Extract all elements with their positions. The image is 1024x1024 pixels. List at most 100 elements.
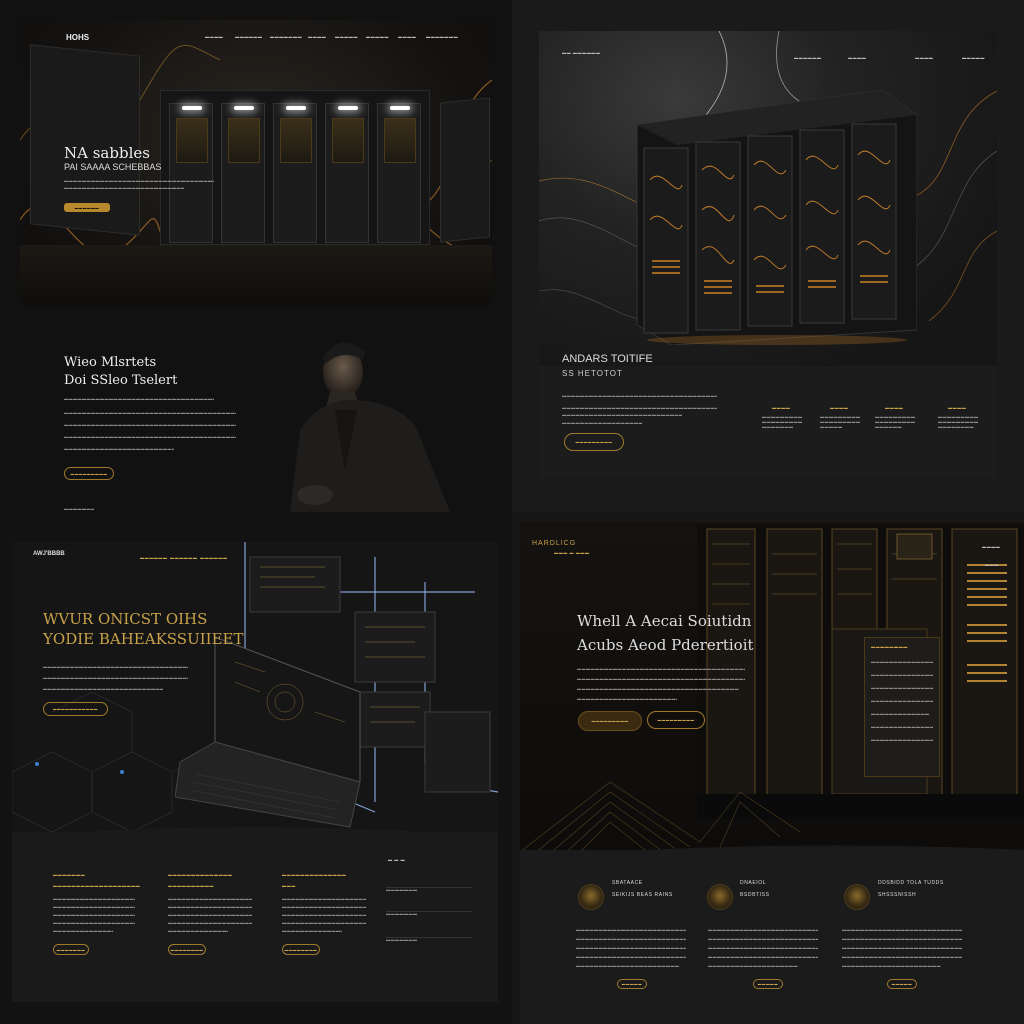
body-text-line: ▬▬▬▬▬▬▬▬▬▬▬▬▬▬▬▬▬▬▬▬▬▬▬▬▬▬▬▬▬▬▬▬▬▬▬▬▬▬▬▬… [562, 405, 717, 410]
feature-text-line: ▬▬▬▬▬▬▬▬▬▬▬▬▬▬▬▬▬▬▬▬▬▬▬▬▬▬▬▬▬▬ [576, 945, 686, 950]
stat-line: ▬▬▬▬▬ [820, 424, 843, 429]
laptop-circuit-illustration [175, 542, 498, 828]
column-text-line: ▬▬▬▬▬▬▬▬▬▬▬▬▬▬▬▬▬▬▬▬▬▬▬▬▬ [282, 920, 366, 925]
panel-line: ▬▬▬▬▬▬▬▬▬▬▬▬▬▬▬▬ [871, 672, 933, 677]
nav-item[interactable]: ▬▬▬▬▬▬ [140, 555, 168, 560]
nav-item[interactable]: ▬▬▬ [985, 562, 999, 567]
feature-title: DNAEIOL [740, 880, 767, 886]
brand-tagline: ▬▬▬ ▬ ▬▬▬ [554, 550, 590, 555]
nav-item[interactable]: ▬▬▬▬▬▬ [170, 555, 198, 560]
feature-text: ▬▬▬▬▬▬▬▬▬▬▬▬▬▬▬▬▬▬▬▬▬▬▬▬ ▬▬▬▬ ▬▬▬▬▬▬▬▬▬▬▬… [708, 927, 818, 968]
nav-item[interactable]: ▬▬▬▬ [205, 34, 223, 39]
column-text-line: ▬▬▬▬▬▬▬▬▬▬▬▬▬▬▬▬▬▬▬▬▬▬▬▬▬ [282, 904, 366, 909]
feature-button[interactable]: ▬▬▬▬▬ [887, 979, 917, 989]
feature-text-line: ▬▬▬▬▬▬▬▬▬▬▬▬▬▬▬▬▬▬▬▬▬▬▬▬▬▬▬▬▬▬ [842, 954, 962, 959]
stat-line: ▬▬▬▬▬▬ [875, 424, 902, 429]
hero-title: YODIE BAHEAKSSUIIEET [43, 630, 244, 648]
column-title: ▬▬▬▬▬▬▬ [53, 872, 86, 877]
hero-cta-button[interactable]: ▬▬▬▬▬▬▬▬▬▬▬ [43, 702, 108, 716]
nav-item[interactable]: ▬▬▬▬ [848, 55, 866, 60]
section-title: ANDARS TOITIFE [562, 353, 653, 365]
feature-avatar [707, 884, 733, 910]
server-cabinet [273, 103, 317, 243]
brand-logo[interactable]: ▬▬ ▬▬▬▬▬▬ [562, 50, 601, 55]
feature-text-line: ▬▬▬▬▬▬▬▬▬▬▬▬▬▬▬▬▬▬▬▬▬▬▬▬▬▬▬▬▬▬ [576, 936, 686, 941]
feature-text-line: ▬▬▬▬▬▬▬▬▬▬▬▬▬▬▬▬▬▬▬▬▬▬▬▬▬▬▬▬▬▬ [842, 936, 962, 941]
stat-line: ▬▬▬▬▬▬▬ [762, 424, 794, 429]
cta-button[interactable]: ▬▬▬▬▬▬▬▬▬ [564, 433, 624, 451]
stat-line: ▬▬▬▬▬▬▬▬ [938, 424, 974, 429]
nav-item[interactable]: ▬▬▬▬▬ [366, 34, 389, 39]
section-title: Doi SSleo Tselert [64, 373, 178, 388]
feature-subtitle: SEIKIJS BEAS RAINS [612, 892, 673, 898]
feature-text-line: ▬▬▬▬▬▬▬▬▬▬▬▬▬▬▬▬▬▬▬▬▬▬▬▬▬▬▬▬ [708, 954, 818, 959]
wave-divider [520, 845, 1024, 868]
section-cta-button[interactable]: ▬▬▬▬▬▬▬▬▬ [64, 467, 114, 480]
body-text-line: ▬▬▬▬▬▬▬▬▬▬▬▬▬▬▬▬▬▬▬▬▬▬▬▬▬▬▬▬▬▬▬▬▬▬▬▬▬▬▬▬… [577, 676, 745, 681]
feature-button[interactable]: ▬▬▬▬▬ [617, 979, 647, 989]
feature-button[interactable]: ▬▬▬▬▬ [753, 979, 783, 989]
server-cabinet [325, 103, 369, 243]
body-text-line: ▬▬▬▬▬▬▬▬▬▬▬▬▬▬▬▬▬▬▬▬▬▬▬▬▬▬▬▬▬▬▬▬▬▬▬▬▬▬▬▬… [64, 422, 236, 427]
hero-cta-button[interactable]: ▬▬▬▬▬▬ [64, 203, 110, 212]
feature-subtitle: BSDBTISS [740, 892, 770, 898]
form-field-label: ▬▬▬▬▬▬▬ [386, 887, 418, 892]
nav-item[interactable]: ▬▬▬▬▬▬ [235, 34, 263, 39]
panel-line: ▬▬▬▬▬▬▬▬▬▬▬▬▬▬▬▬ [871, 698, 933, 703]
content-column: ▬▬▬▬▬▬▬▬▬▬▬▬▬▬ ▬▬▬ ▬▬▬▬▬▬▬▬▬▬▬▬▬▬▬▬▬▬▬ ▬▬… [282, 872, 382, 933]
nav-item[interactable]: ▬▬▬▬ [915, 55, 933, 60]
server-cabinet [377, 103, 421, 243]
hero-title: WVUR ONICST OIHS [43, 610, 208, 628]
nav-item[interactable]: ▬▬▬▬ [398, 34, 416, 39]
feature-avatar [578, 884, 604, 910]
server-cabinet [221, 103, 265, 243]
feature-avatar [844, 884, 870, 910]
form-field[interactable]: ▬▬▬▬▬▬▬ [386, 902, 472, 916]
body-text-line: ▬▬▬▬▬▬▬▬▬▬▬▬▬▬▬▬▬▬▬▬▬▬▬ [562, 420, 642, 425]
feature-title: DDSBIDD TOLA TUDDS [878, 880, 944, 886]
hero-title: NA sabbles [64, 144, 150, 162]
column-text-line: ▬▬▬▬▬▬▬▬▬▬▬▬▬▬▬▬▬▬▬▬▬▬▬▬▬ [168, 896, 252, 901]
panel-line: ▬▬▬▬▬▬▬▬▬▬▬▬▬▬ [871, 737, 933, 742]
secondary-cta-button[interactable]: ▬▬▬▬▬▬▬▬▬ [647, 711, 705, 729]
form-field-label: ▬▬▬▬▬▬▬ [386, 911, 418, 916]
column-text-line: ▬▬▬▬▬▬▬▬▬▬▬▬▬▬▬▬▬▬▬ [282, 928, 342, 933]
column-text-line: ▬▬▬▬▬▬▬▬▬▬▬▬▬▬▬▬▬▬▬▬▬▬▬▬▬ [168, 920, 252, 925]
feature-text-line: ▬▬▬▬▬▬▬▬▬▬▬▬▬▬▬▬▬▬▬▬▬▬▬▬▬▬▬▬▬▬ [576, 927, 686, 932]
panel-line: ▬▬▬▬▬▬▬▬▬▬▬▬▬ [871, 711, 930, 716]
column-button[interactable]: ▬▬▬▬▬▬▬▬ [282, 944, 320, 955]
hero-title: Whell A Aecai Soiutidn [577, 612, 752, 630]
nav-item[interactable]: ▬▬▬▬ [982, 544, 1000, 549]
stat-heading: ▬▬▬▬ [948, 405, 967, 410]
body-text-line: ▬▬▬▬▬▬▬▬▬▬▬▬▬▬▬▬▬▬▬▬▬▬▬▬▬▬▬▬▬▬▬▬▬▬▬▬▬▬▬ [562, 412, 682, 417]
body-text-line: ▬▬▬▬▬▬▬▬▬▬▬▬▬▬▬▬▬▬▬▬▬▬▬▬▬▬▬▬▬▬▬▬▬▬▬▬▬▬▬▬… [43, 675, 188, 680]
brand-logo[interactable]: HOHS [66, 33, 89, 42]
body-text-line: ▬▬▬▬▬▬▬▬▬▬▬▬▬▬▬▬▬▬▬▬▬▬▬▬▬▬▬▬▬▬▬▬▬▬▬▬▬▬▬▬… [64, 396, 214, 401]
form-header: ▬ ▬ ▬ [388, 857, 406, 862]
column-button[interactable]: ▬▬▬▬▬▬▬▬ [168, 944, 206, 955]
stat-heading: ▬▬▬▬ [885, 405, 904, 410]
column-button[interactable]: ▬▬▬▬▬▬▬ [53, 944, 89, 955]
brand-logo[interactable]: HARDLICG [532, 540, 576, 547]
feature-text-line: ▬▬▬▬▬▬▬▬▬▬▬▬▬▬▬▬▬▬▬▬ [708, 963, 798, 968]
body-text-line: ▬▬▬▬▬▬▬▬▬▬▬▬▬▬▬▬▬▬▬▬▬▬▬▬▬▬▬▬▬▬▬▬▬▬▬▬▬▬▬▬… [64, 410, 236, 415]
stat-heading: ▬▬▬▬ [772, 405, 791, 410]
nav-item[interactable]: ▬▬▬▬▬▬▬ [426, 34, 458, 39]
form-field[interactable]: ▬▬▬▬▬▬▬ [386, 878, 472, 892]
nav-item[interactable]: ▬▬▬▬▬▬▬ [270, 34, 302, 39]
primary-cta-button[interactable]: ▬▬▬▬▬▬▬▬▬ [578, 711, 642, 731]
info-panel: ▬▬▬▬▬▬▬▬ ▬▬▬▬▬▬▬▬▬▬▬▬▬▬▬ ▬▬▬▬▬▬▬▬▬▬▬▬▬▬ ▬… [864, 637, 940, 777]
column-text-line: ▬▬▬▬▬▬▬▬▬▬▬▬▬▬▬▬▬ [168, 928, 228, 933]
body-text-line: ▬▬▬▬▬▬▬▬▬▬▬▬▬▬▬▬▬▬▬▬▬▬▬▬▬▬▬▬▬▬▬▬▬▬▬▬▬▬▬▬… [577, 686, 739, 691]
nav-item[interactable]: ▬▬▬▬▬ [335, 34, 358, 39]
feature-text-line: ▬▬▬▬▬▬▬▬▬▬▬▬▬▬▬▬▬▬▬▬▬▬▬▬▬▬▬▬▬▬ [842, 927, 962, 932]
feature-text: ▬▬▬▬▬▬▬▬▬▬▬▬▬▬▬▬▬▬▬▬▬▬▬▬▬▬▬▬▬▬ ▬▬▬▬▬▬▬▬▬… [842, 927, 962, 968]
brand-logo[interactable]: AWJ'BBBB [33, 551, 65, 557]
form-field[interactable]: ▬▬▬▬▬▬▬ [386, 928, 472, 942]
nav-item[interactable]: ▬▬▬▬ [308, 34, 326, 39]
form-field-label: ▬▬▬▬▬▬▬ [386, 937, 418, 942]
nav-item[interactable]: ▬▬▬▬▬▬ [200, 555, 228, 560]
nav-item[interactable]: ▬▬▬▬▬ [962, 55, 985, 60]
nav-item[interactable]: ▬▬▬▬▬▬ [794, 55, 822, 60]
panel-line: ▬▬▬▬▬▬▬▬▬▬▬▬▬▬ [871, 685, 933, 690]
